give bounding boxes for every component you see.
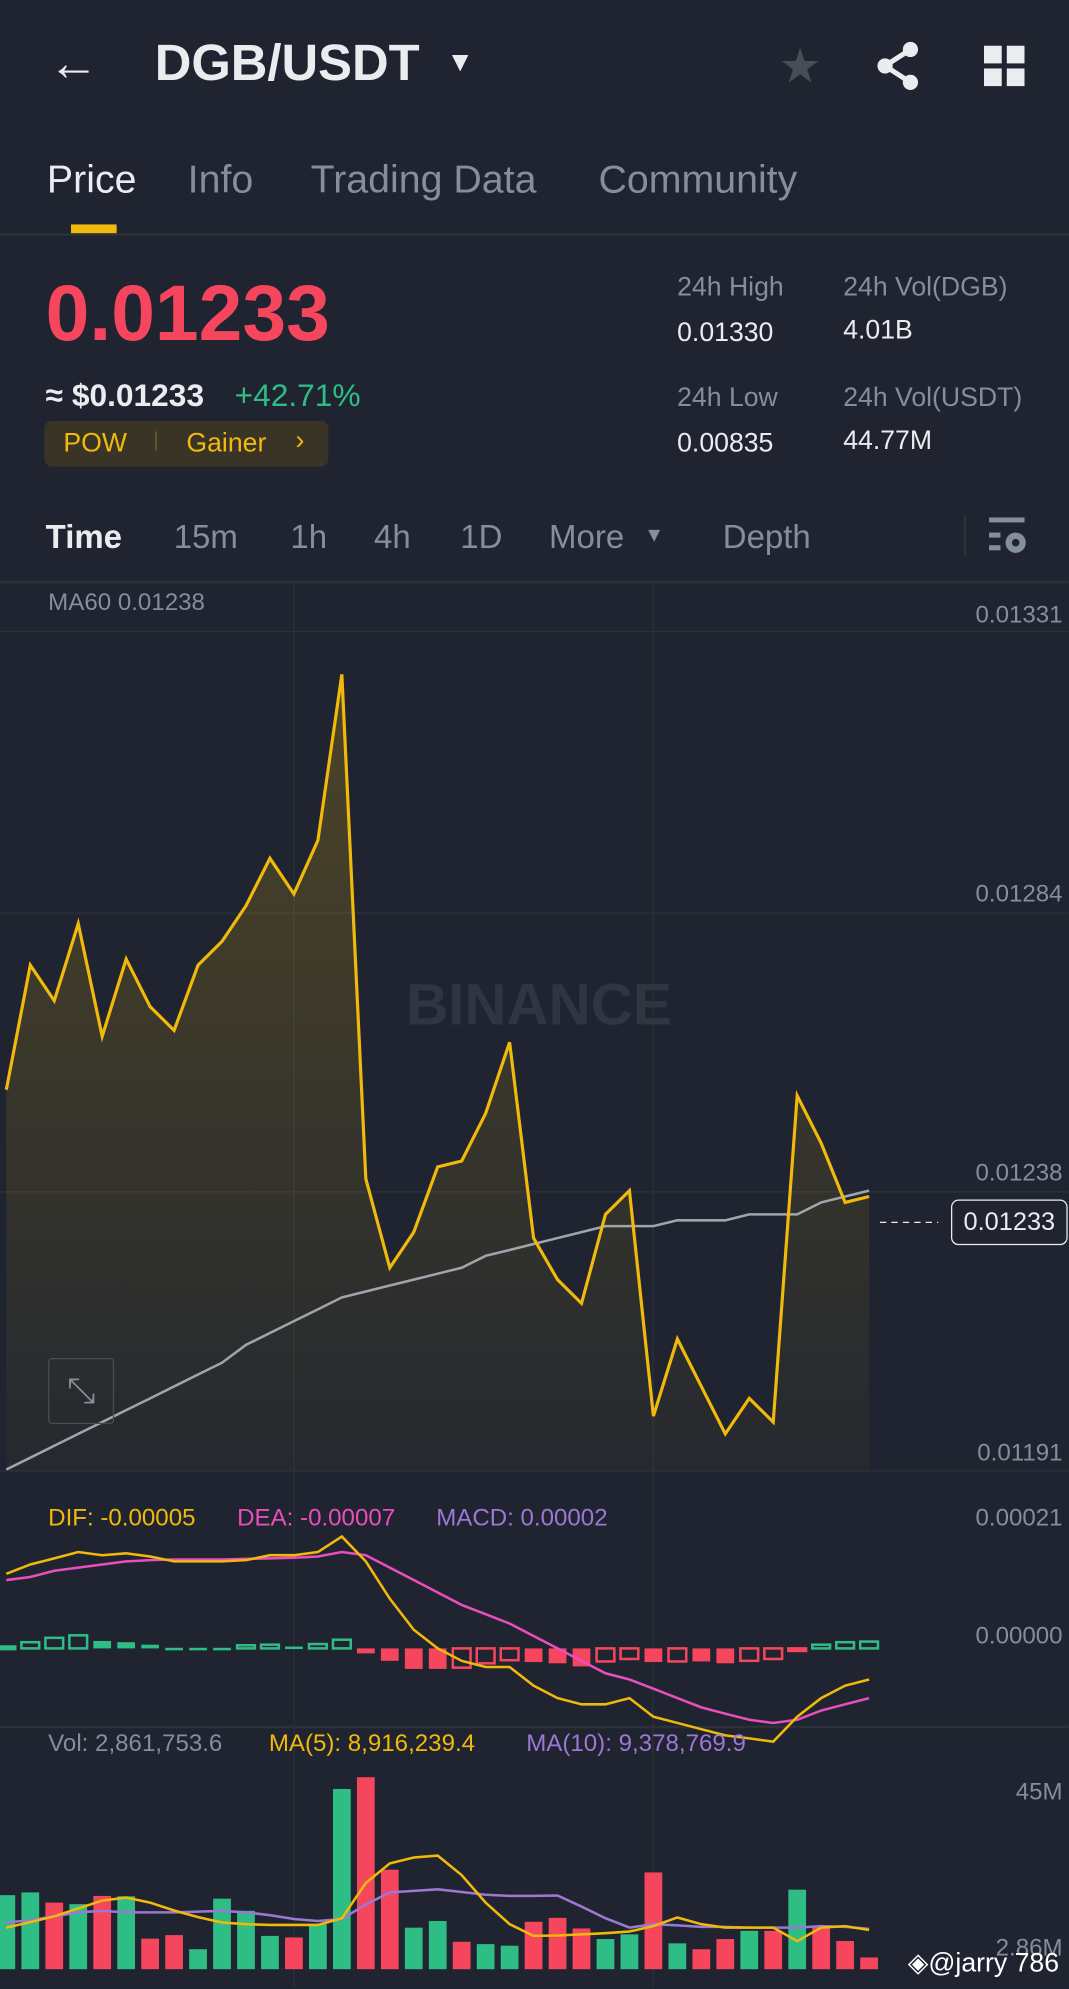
macd-bar [644, 1648, 663, 1663]
volume-bar [524, 1921, 543, 1970]
macd-bar [20, 1640, 41, 1650]
credit-watermark: ◈@jarry 786 [908, 1948, 1059, 1980]
volume-bar [189, 1949, 207, 1970]
macd-bar [619, 1647, 640, 1661]
volume-bar [261, 1935, 279, 1970]
volume-bar [141, 1938, 160, 1970]
macd-histogram [0, 1634, 880, 1669]
volume-bar [213, 1898, 231, 1970]
y-tick: 0.01331 [975, 602, 1063, 629]
volume-bar [309, 1924, 327, 1970]
macd-bar [787, 1647, 808, 1653]
macd-bar [285, 1646, 303, 1650]
macd-bar [235, 1644, 257, 1650]
volume-bar [740, 1930, 759, 1970]
macd-bar [404, 1648, 423, 1669]
binance-watermark: BINANCE [406, 973, 672, 1038]
macd-bar [595, 1647, 616, 1663]
volume-bar [452, 1941, 471, 1970]
macd-bar [307, 1642, 329, 1650]
macd-bar [475, 1647, 496, 1665]
dif-label: DIF: -0.00005 [48, 1505, 196, 1532]
macd-bar [667, 1647, 688, 1663]
volume-bar [596, 1939, 615, 1970]
ma60-label: MA60 0.01238 [48, 589, 205, 617]
macd-bar [716, 1648, 735, 1664]
macd-bar [763, 1647, 784, 1661]
macd-bar [44, 1636, 65, 1650]
volume-bar [45, 1902, 64, 1970]
dif-line [5, 1534, 870, 1743]
macd-bar [213, 1647, 231, 1651]
current-price-tag: 0.01233 [951, 1199, 1068, 1246]
macd-bar [380, 1648, 399, 1661]
volume-bar [380, 1869, 399, 1970]
macd-bar [93, 1640, 112, 1649]
volume-bar [93, 1895, 112, 1970]
y-tick: 0.00000 [975, 1623, 1063, 1650]
volume-bar [668, 1943, 687, 1970]
kline-chart[interactable]: BINANCE [0, 0, 1069, 1989]
macd-bar [811, 1643, 832, 1650]
y-tick: 45M [1015, 1779, 1063, 1806]
volume-bar [764, 1930, 783, 1970]
macd-bar [0, 1645, 17, 1651]
volume-bar [644, 1872, 663, 1970]
volume-bar [117, 1896, 136, 1970]
y-tick: 0.00021 [975, 1505, 1063, 1532]
fullscreen-icon[interactable]: ⤡ [48, 1358, 115, 1424]
volume-bar [620, 1934, 639, 1970]
y-tick: 0.01191 [977, 1440, 1063, 1468]
y-tick: 0.01238 [975, 1160, 1063, 1187]
volume-bar [836, 1940, 854, 1970]
volume-bar [237, 1910, 255, 1970]
macd-bar [858, 1640, 880, 1650]
volume-bar [21, 1892, 40, 1970]
credit-text: @jarry 786 [928, 1948, 1060, 1979]
macd-bar [68, 1634, 89, 1650]
volume-bar [692, 1949, 711, 1970]
macd-bar [189, 1647, 207, 1651]
dea-label: DEA: -0.00007 [237, 1505, 396, 1532]
volume-bar [788, 1889, 807, 1970]
volume-bar [165, 1935, 183, 1970]
macd-bar [524, 1648, 543, 1663]
volume-bar [428, 1921, 447, 1970]
vol-ma10-label: MA(10): 9,378,769.9 [526, 1730, 746, 1758]
vol-ma5-label: MA(5): 8,916,239.4 [268, 1730, 476, 1758]
macd-bar [141, 1644, 160, 1649]
binance-logo-icon: ◈ [907, 1948, 929, 1979]
macd-bar [356, 1648, 375, 1654]
macd-bar [259, 1643, 281, 1650]
vol-label: Vol: 2,861,753.6 [48, 1730, 223, 1758]
price-area [6, 674, 870, 1471]
macd-bar [739, 1647, 760, 1663]
volume-bar [332, 1788, 351, 1970]
macd-bar [331, 1638, 352, 1650]
volume-bars [0, 1777, 878, 1970]
macd-bar [834, 1640, 856, 1650]
volume-bar [548, 1917, 567, 1970]
volume-bar [356, 1777, 375, 1970]
macd-bar [499, 1647, 520, 1662]
macd-bar [117, 1642, 136, 1649]
dea-line [6, 1550, 870, 1725]
volume-bar [404, 1927, 423, 1970]
macd-label: MACD: 0.00002 [436, 1505, 608, 1532]
volume-bar [716, 1939, 735, 1970]
volume-bar [860, 1957, 878, 1970]
app-screen: ← DGB/USDT ▼ ★ Price Info Trading Data C… [0, 0, 1069, 1989]
volume-bar [500, 1945, 519, 1970]
volume-bar [476, 1944, 495, 1970]
macd-bar [165, 1647, 183, 1651]
y-tick: 0.01284 [975, 881, 1063, 908]
volume-bar [0, 1895, 16, 1970]
macd-bar [692, 1648, 711, 1662]
volume-bar [285, 1937, 303, 1970]
